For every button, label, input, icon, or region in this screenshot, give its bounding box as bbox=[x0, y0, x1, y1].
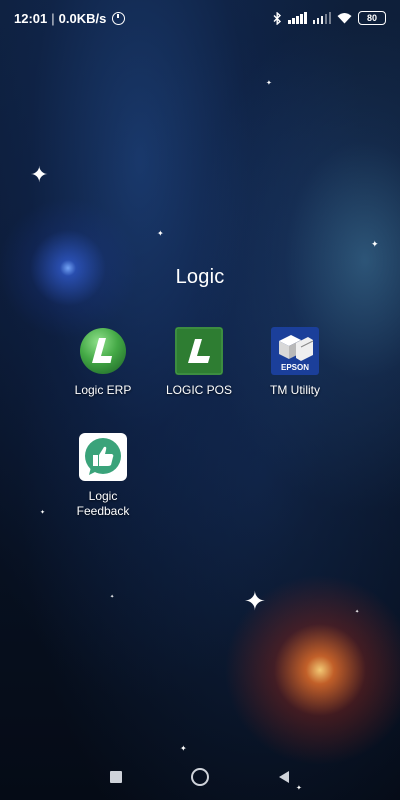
star-decoration: ✦ bbox=[180, 744, 187, 753]
star-decoration: ✦ bbox=[244, 586, 266, 616]
signal-2-icon bbox=[312, 12, 331, 24]
app-tm-utility[interactable]: EPSON TM Utility bbox=[249, 327, 341, 398]
status-separator: | bbox=[51, 10, 55, 26]
back-button[interactable] bbox=[273, 766, 295, 788]
star-decoration: ✦ bbox=[30, 162, 49, 187]
status-right: 80 bbox=[273, 11, 386, 25]
recents-button[interactable] bbox=[105, 766, 127, 788]
home-circle-icon bbox=[191, 768, 209, 786]
network-speed: 0.0KB/s bbox=[58, 10, 107, 26]
recents-square-icon bbox=[110, 771, 122, 783]
clock: 12:01 bbox=[14, 10, 48, 26]
wifi-icon bbox=[337, 13, 352, 24]
app-label: LOGIC POS bbox=[165, 383, 233, 397]
star-decoration: ✦ bbox=[40, 510, 46, 516]
status-bar: 12:01 | 0.0KB/s 80 bbox=[0, 0, 400, 36]
star-decoration: ✦ bbox=[355, 609, 360, 615]
epson-tm-utility-icon: EPSON bbox=[271, 327, 319, 375]
app-label: TM Utility bbox=[270, 383, 320, 397]
star-decoration: ✦ bbox=[266, 80, 272, 87]
navigation-bar bbox=[0, 754, 400, 800]
star-decoration: ✦ bbox=[110, 594, 115, 600]
app-label: Logic ERP bbox=[74, 383, 132, 397]
battery-indicator: 80 bbox=[358, 11, 386, 25]
alarm-icon bbox=[112, 11, 126, 25]
star-decoration: ✦ bbox=[157, 229, 164, 238]
star-decoration: ✦ bbox=[371, 239, 379, 249]
app-logic-feedback[interactable]: Logic Feedback bbox=[57, 433, 149, 519]
back-triangle-icon bbox=[279, 771, 289, 783]
signal-1-icon bbox=[288, 12, 307, 24]
app-logic-pos[interactable]: LOGIC POS bbox=[153, 327, 245, 398]
svg-text:EPSON: EPSON bbox=[281, 363, 309, 372]
status-left: 12:01 | 0.0KB/s bbox=[14, 10, 126, 26]
logic-feedback-icon bbox=[79, 433, 127, 481]
bluetooth-icon bbox=[273, 11, 282, 25]
app-logic-erp[interactable]: Logic ERP bbox=[57, 327, 149, 398]
folder-title: Logic bbox=[175, 266, 225, 288]
home-button[interactable] bbox=[189, 766, 211, 788]
logic-erp-icon bbox=[80, 328, 126, 374]
logic-pos-icon bbox=[175, 327, 223, 375]
app-label: Logic Feedback bbox=[76, 489, 130, 518]
